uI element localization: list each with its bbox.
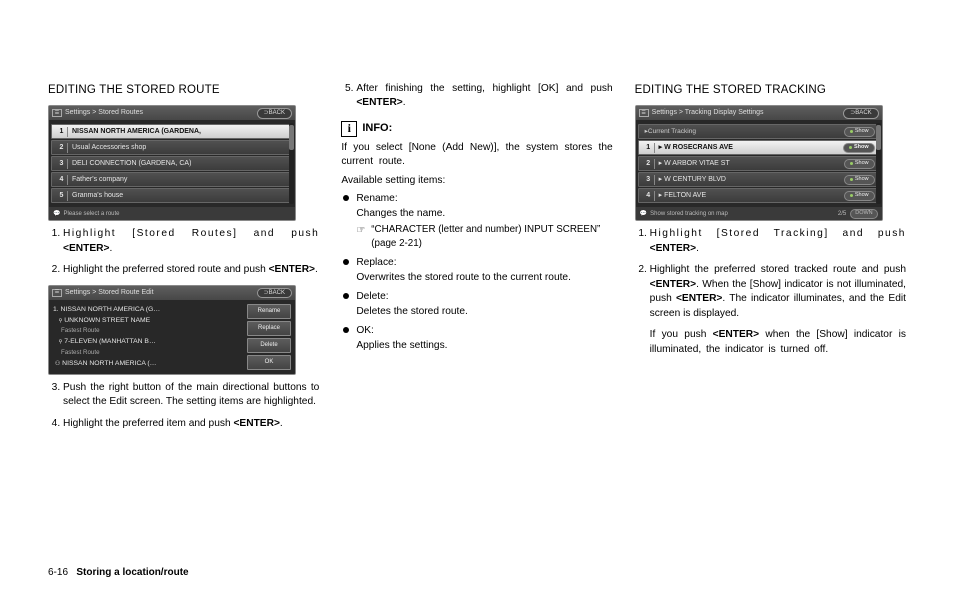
- edit-ok-button: OK: [247, 355, 291, 370]
- steps-list-3: After finishing the setting, highlight […: [341, 82, 612, 111]
- footer-text: Show stored tracking on map: [650, 210, 728, 219]
- screen-header: ☰ Settings > Stored Route Edit ⊃BACK: [49, 286, 295, 300]
- screenshot-route-edit: ☰ Settings > Stored Route Edit ⊃BACK 1. …: [48, 285, 296, 375]
- list-row: 1▸ W ROSECRANS AVEShow: [638, 140, 880, 155]
- column-left: EDITING THE STORED ROUTE ☰ Settings > St…: [48, 82, 319, 540]
- screen-body: ▸ Current Tracking Show 1▸ W ROSECRANS A…: [636, 120, 882, 207]
- info-text: If you select [None (Add New)], the syst…: [341, 141, 612, 170]
- enter-key: <ENTER>: [63, 243, 109, 254]
- item-delete: Delete: Deletes the stored route.: [341, 290, 612, 319]
- list-row: 1NISSAN NORTH AMERICA (GARDENA,: [51, 124, 293, 139]
- reference-icon: ☞: [356, 223, 365, 251]
- screen-header: ☰ Settings > Stored Routes ⊃BACK: [49, 106, 295, 120]
- screen-footer: 💬 Please select a route: [49, 207, 295, 220]
- menu-icon: ☰: [52, 109, 62, 117]
- enter-key: <ENTER>: [356, 97, 402, 108]
- screen-body: 1NISSAN NORTH AMERICA (GARDENA,2Usual Ac…: [49, 120, 295, 207]
- back-button: ⊃BACK: [257, 288, 292, 299]
- list-row: 2▸ W ARBOR VITAE STShow: [638, 156, 880, 171]
- enter-key: <ENTER>: [233, 418, 279, 429]
- footer-right: 2/5 DOWN: [838, 209, 878, 219]
- show-pill: Show: [844, 127, 875, 137]
- edit-delete-button: Delete: [247, 338, 291, 353]
- breadcrumb: Settings > Tracking Display Settings: [652, 108, 764, 118]
- screenshot-tracking: ☰ Settings > Tracking Display Settings ⊃…: [635, 105, 883, 221]
- list-row: 2Usual Accessories shop: [51, 140, 293, 155]
- heading-edit-route: EDITING THE STORED ROUTE: [48, 82, 319, 98]
- item-ok: OK: Applies the settings.: [341, 324, 612, 353]
- screen-header: ☰ Settings > Tracking Display Settings ⊃…: [636, 106, 882, 120]
- column-middle: After finishing the setting, highlight […: [341, 82, 612, 540]
- hint-icon: 💬: [53, 210, 60, 219]
- cross-reference: ☞ “CHARACTER (letter and number) INPUT S…: [356, 223, 612, 251]
- setting-items-list: Rename: Changes the name. ☞ “CHARACTER (…: [341, 192, 612, 353]
- hint-icon: 💬: [640, 210, 647, 219]
- page-number: 6-16: [48, 567, 68, 578]
- item-replace: Replace: Overwrites the stored route to …: [341, 256, 612, 285]
- section-title: Storing a location/route: [76, 567, 188, 578]
- list-row: 3DELI CONNECTION (GARDENA, CA): [51, 156, 293, 171]
- heading-edit-tracking: EDITING THE STORED TRACKING: [635, 82, 906, 98]
- item-rename: Rename: Changes the name. ☞ “CHARACTER (…: [341, 192, 612, 251]
- step-2: Highlight the preferred stored route and…: [63, 263, 319, 277]
- enter-key: <ENTER>: [713, 329, 759, 340]
- edit-rename-button: Rename: [247, 304, 291, 319]
- screen-footer: 💬 Show stored tracking on map 2/5 DOWN: [636, 207, 882, 220]
- info-label: INFO:: [362, 121, 392, 137]
- step-3: Push the right button of the main direct…: [63, 381, 319, 410]
- edit-buttons: Rename Replace Delete OK: [247, 304, 291, 370]
- enter-key: <ENTER>: [650, 279, 696, 290]
- enter-key: <ENTER>: [269, 264, 315, 275]
- current-tracking-row: ▸ Current Tracking Show: [638, 124, 880, 139]
- edit-replace-button: Replace: [247, 321, 291, 336]
- back-button: ⊃BACK: [257, 108, 292, 119]
- list-row: 5Granma's house: [51, 188, 293, 203]
- menu-icon: ☰: [639, 109, 649, 117]
- scroll-bar: [876, 123, 881, 204]
- page-footer: 6-16 Storing a location/route: [48, 567, 189, 578]
- enter-key: <ENTER>: [676, 293, 722, 304]
- step-4: Highlight the preferred item and push <E…: [63, 417, 319, 431]
- route-lines: 1. NISSAN NORTH AMERICA (G… ⚲ UNKNOWN ST…: [53, 304, 243, 370]
- step-5: After finishing the setting, highlight […: [356, 82, 612, 111]
- list-row: 3▸ W CENTURY BLVDShow: [638, 172, 880, 187]
- step-2-para2: If you push <ENTER> when the [Show] indi…: [650, 328, 906, 357]
- breadcrumb: Settings > Stored Route Edit: [65, 288, 154, 298]
- enter-key: <ENTER>: [650, 243, 696, 254]
- down-button: DOWN: [850, 209, 877, 219]
- list-row: 4Father's company: [51, 172, 293, 187]
- available-items-label: Available setting items:: [341, 174, 612, 188]
- step-1: Highlight [Stored Tracking] and push <EN…: [650, 227, 906, 256]
- back-button: ⊃BACK: [843, 108, 878, 119]
- steps-list-tracking: Highlight [Stored Tracking] and push <EN…: [635, 227, 906, 357]
- step-2: Highlight the preferred stored tracked r…: [650, 263, 906, 357]
- list-row: 4▸ FELTON AVEShow: [638, 188, 880, 203]
- breadcrumb: Settings > Stored Routes: [65, 108, 143, 118]
- screen-body: 1. NISSAN NORTH AMERICA (G… ⚲ UNKNOWN ST…: [49, 300, 295, 374]
- step-1: Highlight [Stored Routes] and push <ENTE…: [63, 227, 319, 256]
- steps-list-2: Push the right button of the main direct…: [48, 381, 319, 431]
- column-right: EDITING THE STORED TRACKING ☰ Settings >…: [635, 82, 906, 540]
- info-heading: i INFO:: [341, 121, 612, 137]
- info-icon: i: [341, 121, 357, 137]
- footer-text: Please select a route: [63, 210, 119, 219]
- screenshot-stored-routes: ☰ Settings > Stored Routes ⊃BACK 1NISSAN…: [48, 105, 296, 221]
- menu-icon: ☰: [52, 289, 62, 297]
- page-indicator: 2/5: [838, 210, 846, 219]
- scroll-bar: [289, 123, 294, 204]
- steps-list-1: Highlight [Stored Routes] and push <ENTE…: [48, 227, 319, 277]
